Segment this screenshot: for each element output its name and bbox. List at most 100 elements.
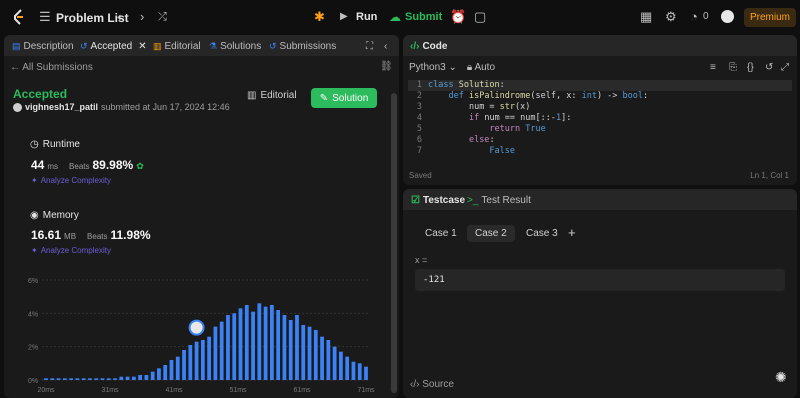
format-icon[interactable]: ≡ <box>710 62 716 73</box>
chart-bar[interactable] <box>44 378 48 380</box>
chart-bar[interactable] <box>182 350 186 380</box>
chart-bar[interactable] <box>163 365 168 380</box>
premium-button[interactable]: Premium <box>744 8 796 27</box>
chart-bar[interactable] <box>238 308 243 380</box>
chart-bar[interactable] <box>326 340 331 380</box>
chart-bar[interactable] <box>50 378 55 380</box>
chart-bar[interactable] <box>188 345 193 380</box>
tab-submissions[interactable]: ↺ Submissions <box>269 41 336 52</box>
chart-bar[interactable] <box>75 378 80 380</box>
solution-button[interactable]: ✎ Solution <box>311 88 377 108</box>
chart-bar[interactable] <box>219 321 224 380</box>
chart-bar[interactable] <box>257 303 262 380</box>
shuffle-icon[interactable]: ⤮ <box>158 10 167 24</box>
avatar[interactable] <box>13 102 22 112</box>
chart-bar[interactable] <box>200 340 205 380</box>
chart-bar[interactable] <box>351 361 356 380</box>
chart-bar[interactable] <box>207 336 212 380</box>
chart-bar[interactable] <box>276 310 281 380</box>
tab-code[interactable]: ‹/› Code <box>410 41 447 52</box>
chart-bar[interactable] <box>313 330 318 380</box>
close-tab-icon[interactable]: ✕ <box>138 41 146 52</box>
run-button[interactable]: Run <box>356 11 377 23</box>
auto-toggle[interactable]: 🔒︎ Auto <box>467 62 495 73</box>
list-icon[interactable]: ☰ <box>39 10 51 24</box>
chart-bar[interactable] <box>131 376 136 380</box>
all-submissions-link[interactable]: ← All Submissions <box>10 62 93 73</box>
collapse-icon[interactable]: ‹ <box>384 41 387 52</box>
tab-accepted[interactable]: ↺ Accepted ✕ <box>80 41 147 52</box>
next-problem-icon[interactable]: › <box>140 10 144 24</box>
chart-bar[interactable] <box>106 378 111 380</box>
variable-value-input[interactable]: -121 <box>415 269 785 291</box>
prev-problem-icon[interactable]: ‹ <box>117 10 121 24</box>
code-line[interactable]: 6 else: <box>408 135 792 146</box>
submit-button[interactable]: Submit <box>405 11 442 23</box>
chart-bar[interactable] <box>288 320 293 380</box>
tab-editorial[interactable]: ▥ Editorial <box>153 41 201 52</box>
debug-icon[interactable]: ✱ <box>314 10 325 24</box>
case-tab-3[interactable]: Case 3 <box>526 228 558 239</box>
chart-bar[interactable] <box>119 376 124 380</box>
assistant-icon[interactable]: ✺ <box>775 369 787 386</box>
chart-bar[interactable] <box>213 326 218 380</box>
code-line[interactable]: 7 False <box>408 146 792 157</box>
chart-bar[interactable] <box>81 378 86 380</box>
chart-bar[interactable] <box>282 315 287 380</box>
maximize-icon[interactable]: ⛶ <box>366 41 373 52</box>
chart-bar[interactable] <box>307 326 312 380</box>
chart-bar[interactable] <box>125 376 130 380</box>
chart-bar[interactable] <box>175 356 180 380</box>
case-tab-1[interactable]: Case 1 <box>425 228 457 239</box>
code-editor[interactable]: 1 class Solution: 2 def isPalindrome(self,… <box>408 80 792 160</box>
memory-analyze-link[interactable]: ✦ Analyze Complexity <box>31 246 111 255</box>
chart-bar[interactable] <box>251 311 255 380</box>
chart-bar[interactable] <box>69 378 73 380</box>
chart-bar[interactable] <box>364 366 368 380</box>
scrollbar[interactable] <box>391 93 397 393</box>
timer-icon[interactable]: ⏰ <box>450 10 466 24</box>
chart-bar[interactable] <box>339 351 343 380</box>
expand-icon[interactable]: ⤢ <box>781 62 789 73</box>
layout-grid-icon[interactable]: ▦ <box>640 10 652 24</box>
bookmark-icon[interactable]: ⎘ <box>729 62 737 73</box>
braces-icon[interactable]: {} <box>747 62 754 73</box>
user-avatar[interactable] <box>721 10 734 23</box>
chart-bar[interactable] <box>94 378 99 380</box>
code-line[interactable]: 1 class Solution: <box>408 80 792 91</box>
tab-test-result[interactable]: >_ Test Result <box>467 195 531 206</box>
chart-bar[interactable] <box>157 368 161 380</box>
chart-bar[interactable] <box>320 336 324 380</box>
chart-bar[interactable] <box>232 313 237 380</box>
chart-bar[interactable] <box>345 356 350 380</box>
chart-bar[interactable] <box>332 346 337 380</box>
chart-bar[interactable] <box>113 378 117 380</box>
code-line[interactable]: 4 if num == num[::-1]: <box>408 113 792 124</box>
chart-bar[interactable] <box>138 375 142 380</box>
chart-bar[interactable] <box>144 375 149 380</box>
chart-bar[interactable] <box>56 378 61 380</box>
link-icon[interactable]: ⛓ <box>380 61 393 72</box>
source-link[interactable]: ‹/› Source <box>410 379 454 390</box>
chart-bar[interactable] <box>88 378 92 380</box>
language-select[interactable]: Python3 ⌄ <box>409 62 457 73</box>
code-line[interactable]: 5 return True <box>408 124 792 135</box>
my-submission-avatar[interactable] <box>188 319 205 336</box>
username[interactable]: vighnesh17_patil <box>25 102 98 112</box>
tab-solutions[interactable]: ⚗ Solutions <box>209 41 261 52</box>
chart-bar[interactable] <box>301 325 306 380</box>
chart-bar[interactable] <box>263 306 268 380</box>
add-case-icon[interactable]: + <box>568 225 576 240</box>
code-line[interactable]: 3 num = str(x) <box>408 102 792 113</box>
chart-bar[interactable] <box>244 305 249 380</box>
code-line[interactable]: 2 def isPalindrome(self, x: int) -> bool… <box>408 91 792 102</box>
chart-bar[interactable] <box>194 341 199 380</box>
chart-bar[interactable] <box>62 378 67 380</box>
chart-bar[interactable] <box>270 305 274 380</box>
case-tab-2[interactable]: Case 2 <box>467 225 515 242</box>
reset-icon[interactable]: ↺ <box>765 62 773 73</box>
notes-icon[interactable]: ▢ <box>474 10 486 24</box>
chart-bar[interactable] <box>295 315 299 380</box>
chart-bar[interactable] <box>169 360 174 380</box>
tab-testcase[interactable]: ☑ Testcase <box>411 195 465 206</box>
